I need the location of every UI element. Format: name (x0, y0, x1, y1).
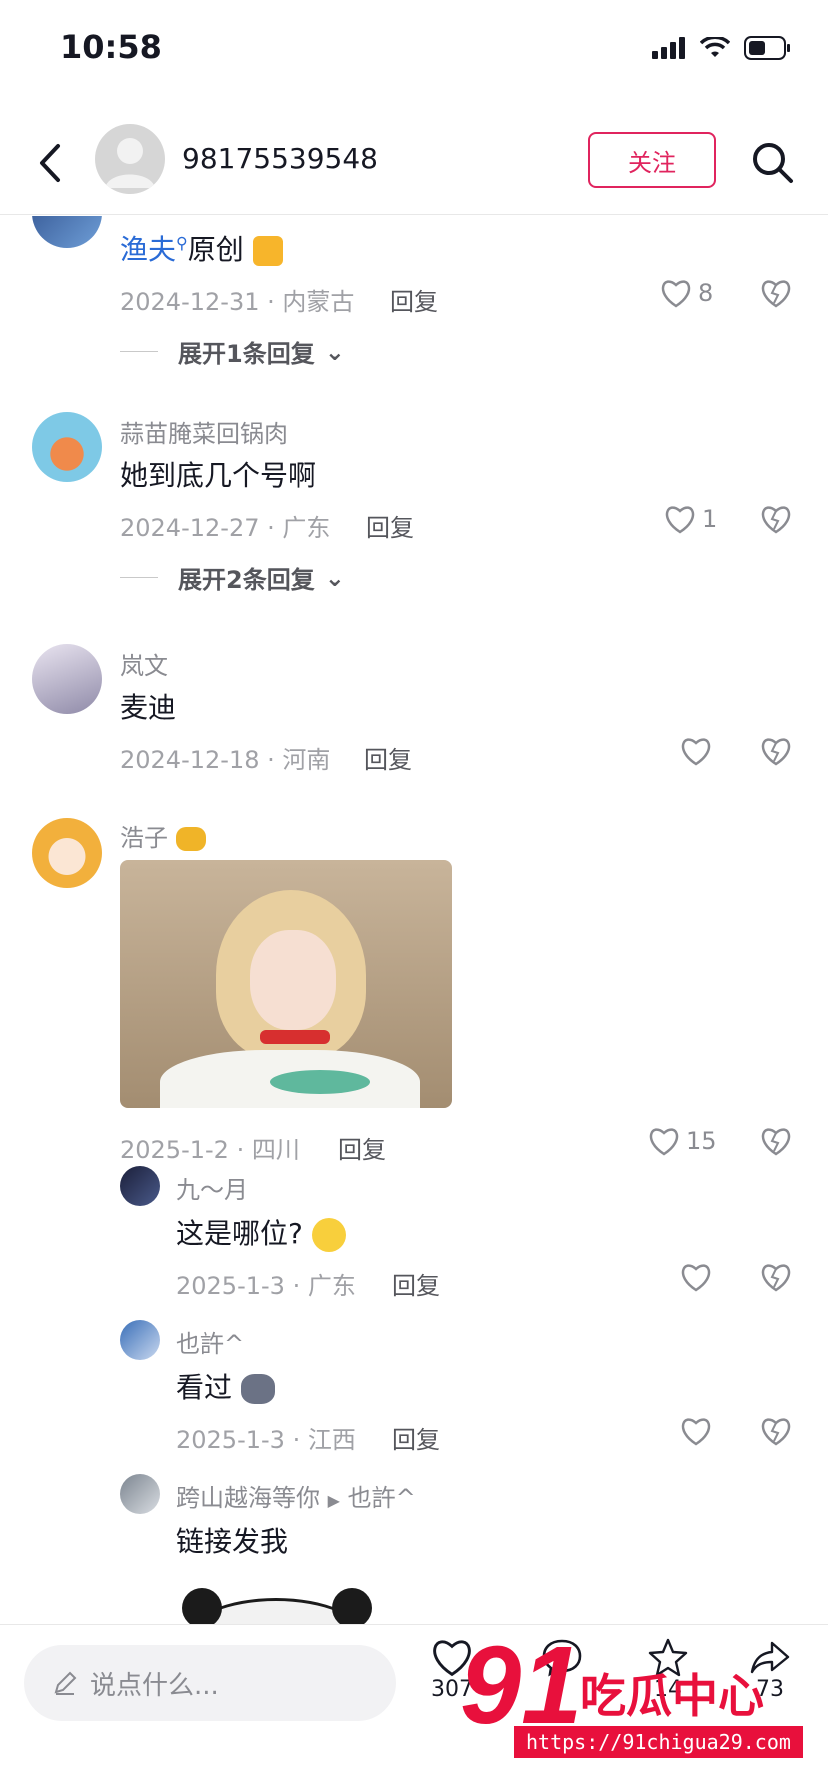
battery-icon (744, 36, 790, 60)
reply-button[interactable]: 回复 (364, 740, 412, 775)
like-button[interactable]: 8 (660, 278, 713, 308)
pencil-icon (54, 1671, 77, 1695)
reply-meta: 2025-1-3 · 江西 (176, 1426, 356, 1454)
broken-heart-icon[interactable] (760, 736, 792, 766)
chevron-down-icon: ⌄ (324, 337, 345, 366)
scooter-emoji-icon (175, 827, 206, 851)
profile-username[interactable]: 98175539548 (182, 142, 378, 175)
search-icon[interactable] (748, 138, 798, 188)
reply-text: 这是哪位? (176, 1212, 346, 1252)
heart-icon (649, 1128, 679, 1156)
heart-icon (661, 280, 691, 308)
like-button[interactable] (680, 1262, 712, 1292)
reply-avatar[interactable] (120, 1474, 160, 1514)
status-icons (652, 36, 792, 60)
thinking-emoji-icon (311, 1218, 346, 1252)
user-avatar[interactable] (32, 216, 102, 248)
user-avatar[interactable] (32, 412, 102, 482)
comment-username[interactable]: 岚文 (120, 646, 168, 681)
reply-username[interactable]: 九～月 (176, 1170, 248, 1205)
broken-heart-icon[interactable] (760, 1262, 792, 1292)
comment-feed[interactable]: 渔夫⚲原创 2024-12-31 · 内蒙古 回复 8 展开1条回复 ⌄ 蒜苗腌菜… (0, 216, 828, 1624)
reply-sticker[interactable] (176, 1584, 376, 1624)
status-time: 10:58 (60, 28, 162, 66)
heart-icon (681, 1264, 711, 1292)
broken-heart-icon[interactable] (760, 1126, 792, 1156)
expand-replies[interactable]: 展开1条回复 ⌄ (120, 334, 345, 369)
heart-icon (665, 506, 695, 534)
top-nav: 98175539548 关注 (0, 110, 828, 215)
user-avatar[interactable] (32, 818, 102, 888)
mention-user[interactable]: 渔夫 (120, 233, 176, 266)
follow-button[interactable]: 关注 (588, 132, 716, 188)
comment-meta: 2025-1-2 · 四川 (120, 1136, 300, 1164)
chevron-down-icon: ⌄ (324, 563, 345, 592)
play-arrow-icon: ▶ (327, 1491, 340, 1510)
like-button[interactable]: 1 (664, 504, 717, 534)
broken-heart-icon[interactable] (760, 504, 792, 534)
like-button[interactable] (680, 1416, 712, 1446)
watermark-name: 吃瓜中心 (580, 1669, 764, 1723)
comment-username[interactable]: 浩子 (120, 818, 206, 853)
comment-username[interactable]: 蒜苗腌菜回锅肉 (120, 414, 288, 449)
site-watermark: 91 吃瓜中心 https://91chigua29.com (430, 1624, 810, 1780)
image-collar (260, 1030, 330, 1044)
heart-icon (681, 1418, 711, 1446)
reply-text: 链接发我 (176, 1525, 289, 1558)
reply-button[interactable]: 回复 (338, 1130, 386, 1165)
reply-text: 看过 (176, 1366, 275, 1406)
reply-avatar[interactable] (120, 1166, 160, 1206)
reply-button[interactable]: 回复 (392, 1420, 440, 1455)
like-button[interactable] (680, 736, 712, 766)
reply-username[interactable]: 也許^ (176, 1324, 244, 1359)
thumbs-up-emoji-icon (252, 236, 283, 266)
profile-avatar[interactable] (95, 124, 165, 194)
watermark-url: https://91chigua29.com (514, 1726, 803, 1758)
panda-ear (332, 1588, 372, 1624)
wifi-icon (700, 37, 730, 57)
search-mention-icon: ⚲ (176, 233, 188, 253)
reply-avatar[interactable] (120, 1320, 160, 1360)
comment-input[interactable]: 说点什么... (24, 1645, 396, 1721)
reply-button[interactable]: 回复 (392, 1266, 440, 1301)
comment-input-placeholder: 说点什么... (90, 1670, 219, 1701)
like-button[interactable]: 15 (648, 1126, 717, 1156)
husky-emoji-icon (240, 1374, 275, 1404)
comment-meta: 2024-12-31 · 内蒙古 (120, 288, 355, 316)
broken-heart-icon[interactable] (760, 1416, 792, 1446)
broken-heart-icon[interactable] (760, 278, 792, 308)
like-count: 15 (686, 1127, 717, 1155)
image-fish-print (270, 1070, 370, 1094)
comment-text: 麦迪 (120, 691, 177, 724)
comment-image[interactable] (120, 860, 452, 1108)
status-bar: 10:58 (0, 0, 828, 100)
reply-meta: 2025-1-3 · 广东 (176, 1272, 356, 1300)
reply-button[interactable]: 回复 (366, 508, 414, 543)
comment-meta: 2024-12-18 · 河南 (120, 746, 331, 774)
heart-icon (681, 738, 711, 766)
user-avatar[interactable] (32, 644, 102, 714)
reply-username[interactable]: 跨山越海等你 ▶ 也許^ (176, 1478, 416, 1513)
reply-button[interactable]: 回复 (390, 282, 438, 317)
comment-text: 渔夫⚲原创 (120, 228, 283, 268)
comment-text: 她到底几个号啊 (120, 459, 317, 492)
expand-replies[interactable]: 展开2条回复 ⌄ (120, 560, 345, 595)
comment-body: 原创 (187, 233, 244, 266)
panda-ear (182, 1588, 222, 1624)
image-face (250, 930, 336, 1030)
signal-icon (652, 37, 685, 59)
divider (120, 577, 158, 578)
default-avatar-icon (105, 138, 155, 188)
divider (120, 351, 158, 352)
like-count: 8 (698, 279, 714, 307)
comment-meta: 2024-12-27 · 广东 (120, 514, 331, 542)
like-count: 1 (702, 505, 718, 533)
back-arrow-icon[interactable] (30, 138, 70, 188)
